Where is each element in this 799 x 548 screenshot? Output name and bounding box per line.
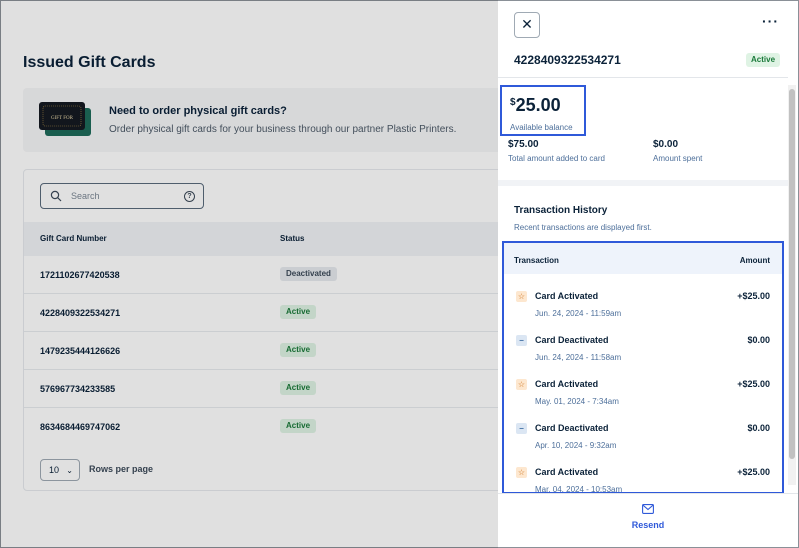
resend-button[interactable]: Resend (628, 504, 668, 530)
transaction-name: Card Deactivated (535, 335, 609, 345)
balance-amount: 25.00 (515, 95, 561, 115)
transaction-row: ☆ Card Activated May. 01, 2024 - 7:34am … (504, 369, 782, 413)
available-balance: $25.00 (510, 95, 561, 116)
transaction-name: Card Deactivated (535, 423, 609, 433)
close-button[interactable]: ✕ (514, 12, 540, 38)
balance-highlight: $25.00 Available balance (500, 85, 586, 136)
amount-spent-value: $0.00 (653, 139, 679, 150)
transaction-history-title: Transaction History (514, 205, 608, 216)
minus-icon: − (516, 423, 527, 434)
modal-backdrop[interactable] (0, 0, 498, 548)
transaction-row: − Card Deactivated Apr. 10, 2024 - 9:32a… (504, 413, 782, 457)
minus-icon: − (516, 335, 527, 346)
transaction-name: Card Activated (535, 291, 599, 301)
transaction-history-subtitle: Recent transactions are displayed first. (514, 223, 652, 232)
total-added-label: Total amount added to card (508, 154, 605, 163)
star-icon: ☆ (516, 379, 527, 390)
resend-label: Resend (631, 520, 665, 530)
gift-card-detail-panel: ✕ ··· 4228409322534271 Active $25.00 Ava… (498, 1, 798, 547)
transaction-row: ☆ Card Activated Mar. 04, 2024 - 10:53am… (504, 457, 782, 492)
amount-spent-label: Amount spent (653, 154, 703, 163)
status-badge: Active (746, 53, 781, 67)
mail-icon (642, 504, 654, 514)
transaction-amount: $0.00 (747, 423, 770, 433)
scrollbar-thumb[interactable] (789, 89, 795, 459)
transaction-table-header: Transaction Amount (504, 243, 782, 274)
more-options-button[interactable]: ··· (762, 13, 779, 29)
transaction-table: Transaction Amount ☆ Card Activated Jun.… (502, 241, 784, 494)
panel-scrollbar[interactable] (788, 85, 796, 485)
footer-divider (498, 493, 798, 494)
column-transaction: Transaction (514, 256, 559, 265)
transaction-amount: +$25.00 (737, 467, 770, 477)
section-separator (498, 180, 788, 186)
star-icon: ☆ (516, 291, 527, 302)
transaction-row: − Card Deactivated Jun. 24, 2024 - 11:58… (504, 325, 782, 369)
column-amount: Amount (739, 256, 770, 265)
close-icon: ✕ (521, 16, 533, 32)
transaction-amount: $0.00 (747, 335, 770, 345)
transaction-row: ☆ Card Activated Jun. 24, 2024 - 11:59am… (504, 281, 782, 325)
transaction-date: Jun. 24, 2024 - 11:59am (535, 309, 622, 318)
transaction-amount: +$25.00 (737, 291, 770, 301)
more-horizontal-icon: ··· (762, 13, 779, 29)
divider (498, 77, 788, 78)
transaction-date: Jun. 24, 2024 - 11:58am (535, 353, 622, 362)
transaction-date: May. 01, 2024 - 7:34am (535, 397, 619, 406)
balance-label: Available balance (510, 123, 573, 132)
star-icon: ☆ (516, 467, 527, 478)
transaction-name: Card Activated (535, 467, 599, 477)
transaction-name: Card Activated (535, 379, 599, 389)
currency-symbol: $ (510, 97, 516, 108)
card-number-title: 4228409322534271 (514, 53, 621, 67)
total-added-value: $75.00 (508, 139, 539, 150)
transaction-date: Apr. 10, 2024 - 9:32am (535, 441, 617, 450)
transaction-amount: +$25.00 (737, 379, 770, 389)
